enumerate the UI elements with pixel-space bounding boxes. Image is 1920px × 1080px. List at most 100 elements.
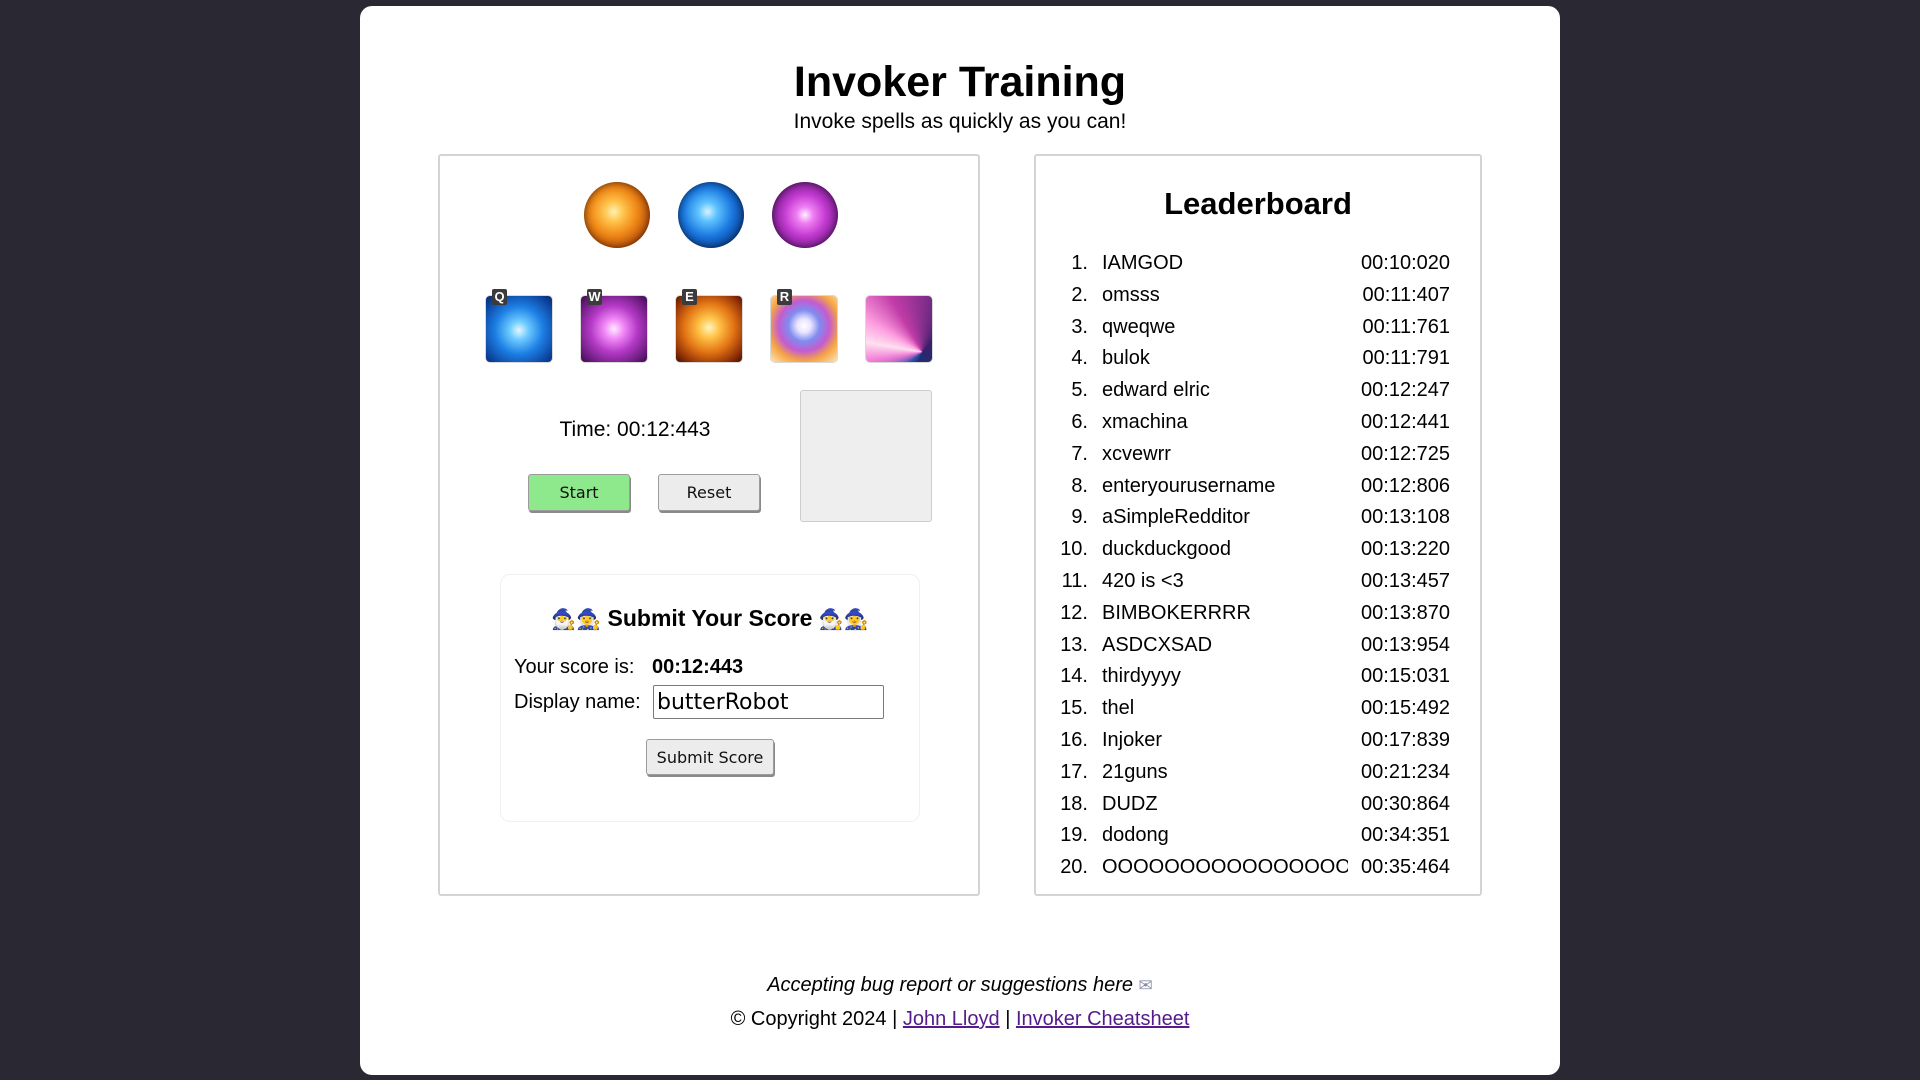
leaderboard-rank: 17. [1060,760,1088,783]
leaderboard-row: 2. omsss 00:11:407 [1036,284,1480,316]
quas-orb-icon [678,182,744,248]
leaderboard-row: 15. thel 00:15:492 [1036,697,1480,729]
leaderboard-time: 00:17:839 [1361,728,1450,751]
quas-ability-icon[interactable]: Q [486,289,552,362]
leaderboard-name: xmachina [1102,410,1188,433]
leaderboard-name: qweqwe [1102,315,1176,338]
leaderboard-row: 7. xcvewrr 00:12:725 [1036,443,1480,475]
wizard-emoji-left: 🧙‍♂️🧙‍♀️ [551,609,602,631]
copyright-text: © Copyright 2024 | [730,1008,898,1030]
leaderboard-rank: 11. [1061,569,1088,592]
footer-note: Accepting bug report or suggestions here… [360,974,1560,997]
leaderboard-time: 00:21:234 [1361,760,1450,783]
leaderboard-name: aSimpleRedditor [1102,506,1250,529]
leaderboard-time: 00:10:020 [1361,252,1450,274]
hotkey-q: Q [492,289,507,305]
leaderboard-time: 00:12:806 [1361,474,1450,497]
page-card: Invoker Training Invoke spells as quickl… [360,6,1560,1075]
leaderboard-row: 10. duckduckgood 00:13:220 [1036,538,1480,570]
leaderboard-time: 00:11:407 [1362,283,1451,306]
leaderboard-name: Injoker [1102,728,1163,751]
leaderboard-time: 00:12:247 [1361,379,1450,402]
cheatsheet-link[interactable]: Invoker Cheatsheet [1016,1008,1189,1030]
exort-orb-icon [584,182,650,248]
leaderboard-rank: 10. [1060,538,1088,561]
leaderboard-name: xcvewrr [1102,442,1171,465]
invoke-ability-icon[interactable]: R [771,289,837,362]
leaderboard-name: 21guns [1102,760,1168,783]
leaderboard-row: 8. enteryourusername 00:12:806 [1036,475,1480,507]
leaderboard-time: 00:15:492 [1361,697,1450,720]
leaderboard-name: thirdyyyy [1102,665,1181,688]
reset-button[interactable]: Reset [658,474,760,511]
leaderboard-name: bulok [1102,347,1150,370]
leaderboard-rank: 18. [1060,792,1088,815]
leaderboard-time: 00:35:464 [1361,856,1450,879]
leaderboard-row: 13. ASDCXSAD 00:13:954 [1036,634,1480,666]
page-subtitle: Invoke spells as quickly as you can! [793,110,1127,133]
exort-ability-icon[interactable]: E [676,289,742,362]
target-spell-preview [800,390,932,522]
leaderboard-rank: 15. [1060,697,1088,720]
leaderboard-row: 9. aSimpleRedditor 00:13:108 [1036,506,1480,538]
leaderboard-row: 16. Injoker 00:17:839 [1036,729,1480,761]
submit-score-heading: Submit Your Score [607,605,813,631]
wex-ability-icon[interactable]: W [581,289,647,362]
start-button[interactable]: Start [528,474,630,511]
leaderboard-time: 00:15:031 [1361,665,1450,688]
leaderboard-name: thel [1102,697,1135,720]
display-name-input[interactable] [653,685,884,719]
leaderboard-name: IAMGOD [1102,252,1184,274]
leaderboard-rank: 4. [1071,347,1088,370]
author-link[interactable]: John Lloyd [903,1008,1000,1030]
leaderboard-time: 00:13:870 [1361,601,1450,624]
leaderboard-row: 6. xmachina 00:12:441 [1036,411,1480,443]
leaderboard-time: 00:11:761 [1362,315,1451,338]
leaderboard-name: BIMBOKERRRR [1102,601,1251,624]
leaderboard-row: 19. dodong 00:34:351 [1036,824,1480,856]
leaderboard-row: 1. IAMGOD 00:10:020 [1036,252,1480,284]
leaderboard-name: ASDCXSAD [1102,633,1213,656]
leaderboard-rank: 5. [1071,379,1088,402]
score-value: 00:12:443 [652,656,744,678]
footer-separator: | [1005,1008,1011,1030]
game-panel: Q W E R Time: 00:12:443 Start Reset 🧙‍♂️… [438,154,980,896]
leaderboard-name: OOOOOOOOOOOOOOOO [1102,856,1348,879]
leaderboard-name: dodong [1102,824,1169,847]
page-title: Invoker Training [793,58,1127,106]
leaderboard-time: 00:34:351 [1361,824,1450,847]
leaderboard-rank: 2. [1071,283,1088,306]
leaderboard-rank: 9. [1071,506,1088,529]
invoked-spell-icon[interactable] [866,296,932,362]
timer-display: Time: 00:12:443 [559,418,711,441]
submit-score-form: 🧙‍♂️🧙‍♀️ Submit Your Score 🧙‍♂️🧙‍♀️ Your… [500,574,920,822]
leaderboard-row: 4. bulok 00:11:791 [1036,347,1480,379]
leaderboard-row: 11. 420 is <3 00:13:457 [1036,570,1480,602]
leaderboard-row: 18. DUDZ 00:30:864 [1036,793,1480,825]
submit-score-button[interactable]: Submit Score [646,739,774,775]
leaderboard-rank: 3. [1071,315,1088,338]
leaderboard-row: 12. BIMBOKERRRR 00:13:870 [1036,602,1480,634]
leaderboard-row: 17. 21guns 00:21:234 [1036,761,1480,793]
leaderboard-rank: 20. [1060,856,1088,879]
leaderboard-rank: 8. [1071,474,1088,497]
leaderboard-list: 1. IAMGOD 00:10:020 2. omsss 00:11:407 3. qweqw… [1036,252,1480,888]
footer-copyright: © Copyright 2024 | John Lloyd | Invoker … [360,1008,1560,1031]
wizard-emoji-right: 🧙‍♂️🧙‍♀️ [818,609,869,631]
leaderboard-time: 00:12:725 [1361,442,1450,465]
score-label: Your score is: [514,656,635,678]
leaderboard-rank: 19. [1060,824,1088,847]
leaderboard-row: 14. thirdyyyy 00:15:031 [1036,665,1480,697]
leaderboard-time: 00:11:791 [1362,347,1451,370]
display-name-label: Display name: [514,691,641,713]
leaderboard-row: 3. qweqwe 00:11:761 [1036,316,1480,348]
footer-note-text: Accepting bug report or suggestions here [767,974,1133,996]
leaderboard-time: 00:30:864 [1361,792,1450,815]
leaderboard-rank: 7. [1071,442,1088,465]
leaderboard-time: 00:13:108 [1361,506,1450,529]
leaderboard-name: 420 is <3 [1102,569,1184,592]
wex-orb-icon [772,182,838,248]
leaderboard-rank: 1. [1071,252,1088,274]
envelope-icon[interactable]: ✉ [1139,976,1153,995]
leaderboard-rank: 13. [1060,633,1088,656]
